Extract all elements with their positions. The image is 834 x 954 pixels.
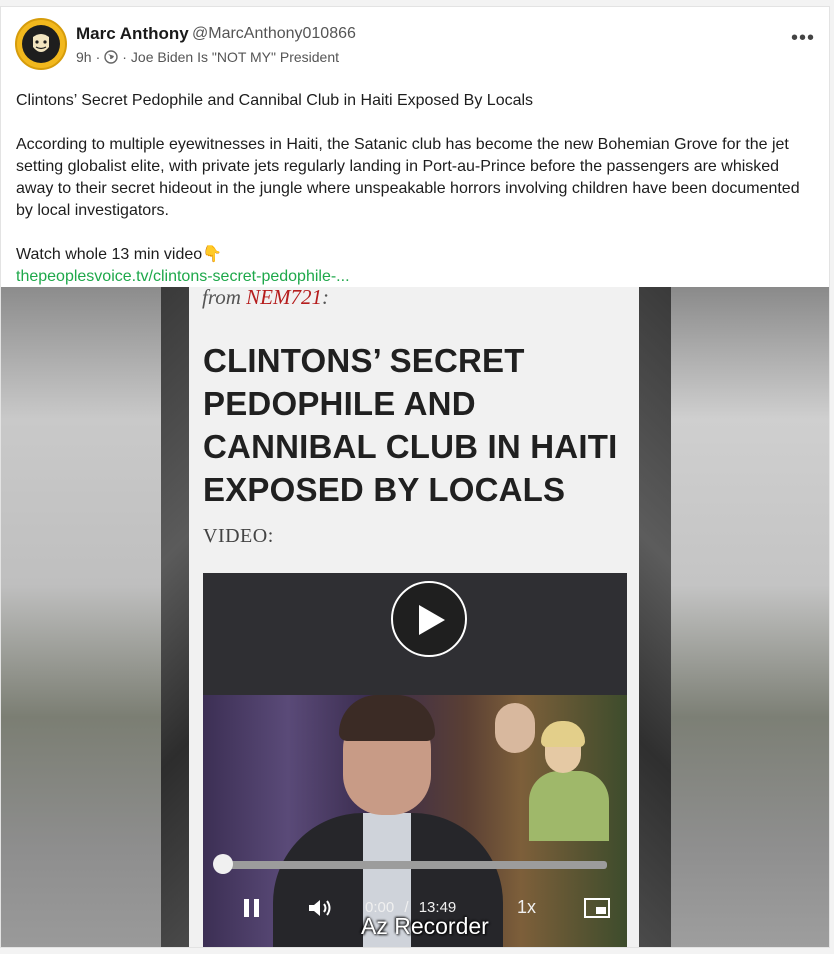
avatar-mask-image: [22, 25, 60, 63]
post-card: Marc Anthony @MarcAnthony010866 9h · · J…: [0, 6, 830, 948]
pause-icon[interactable]: [241, 897, 263, 924]
article-screenshot: from NEM721: CLINTONS’ SECRET PEDOPHILE …: [189, 287, 639, 947]
picture-in-picture-icon[interactable]: [583, 897, 611, 924]
author-name[interactable]: Marc Anthony: [76, 24, 189, 44]
post-text: Clintons’ Secret Pedophile and Cannibal …: [16, 90, 816, 288]
source-suffix: :: [321, 287, 329, 309]
source-name: NEM721: [246, 287, 322, 309]
video-blur-left: [1, 287, 161, 947]
group-name[interactable]: Joe Biden Is "NOT MY" President: [131, 49, 339, 65]
video-label: VIDEO:: [203, 525, 274, 547]
more-options-icon[interactable]: •••: [791, 27, 815, 50]
author-avatar[interactable]: [15, 18, 67, 70]
separator-dot: ·: [95, 49, 101, 65]
progress-knob[interactable]: [213, 854, 233, 874]
recorder-watermark: Az Recorder: [361, 913, 489, 939]
author-handle[interactable]: @MarcAnthony010866: [192, 25, 356, 43]
play-button[interactable]: [391, 581, 467, 657]
article-headline: CLINTONS’ SECRET PEDOPHILE AND CANNIBAL …: [203, 342, 618, 508]
source-prefix: from: [202, 287, 247, 309]
article-source: from NEM721:: [202, 287, 329, 310]
separator-dot: ·: [122, 49, 127, 65]
video-frame: from NEM721: CLINTONS’ SECRET PEDOPHILE …: [161, 287, 671, 947]
post-body: According to multiple eyewitnesses in Ha…: [16, 136, 800, 219]
watch-line: Watch whole 13 min video👇: [16, 246, 223, 263]
playback-rate[interactable]: 1x: [517, 897, 536, 918]
volume-icon[interactable]: [307, 897, 335, 924]
post-time[interactable]: 9h: [76, 49, 92, 65]
globe-icon: [104, 50, 118, 64]
article-link[interactable]: thepeoplesvoice.tv/clintons-secret-pedop…: [16, 268, 350, 285]
progress-bar[interactable]: [223, 861, 607, 869]
post-title-line: Clintons’ Secret Pedophile and Cannibal …: [16, 92, 534, 109]
video-blur-right: [671, 287, 829, 947]
embedded-video[interactable]: 0:00 / 13:49 1x: [203, 573, 627, 947]
play-icon: [419, 605, 445, 635]
video-player[interactable]: from NEM721: CLINTONS’ SECRET PEDOPHILE …: [1, 287, 829, 947]
post-meta: 9h · · Joe Biden Is "NOT MY" President: [76, 49, 339, 65]
